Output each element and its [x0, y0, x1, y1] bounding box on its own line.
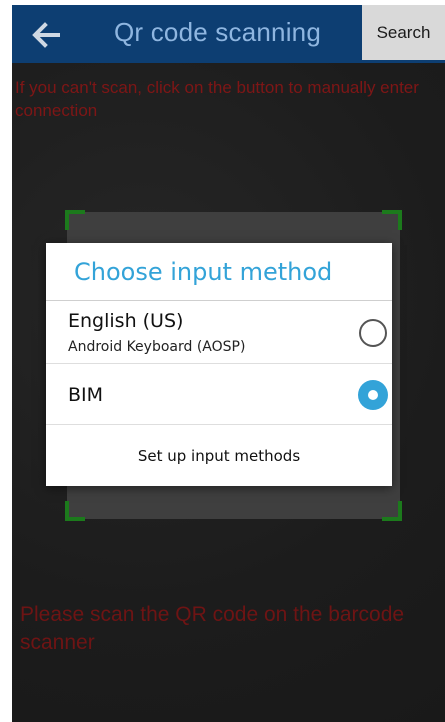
viewfinder-corner [65, 501, 85, 521]
option-sublabel: Android Keyboard (AOSP) [68, 339, 246, 355]
page-title: Qr code scanning [114, 17, 321, 47]
app-bar: Qr code scanning Search [12, 5, 445, 63]
scan-instruction: Please scan the QR code on the barcode s… [20, 603, 405, 654]
option-label: BIM [68, 384, 104, 406]
radio-selected-icon[interactable] [358, 380, 388, 410]
viewfinder-corner [382, 210, 402, 230]
viewfinder-corner [65, 210, 85, 230]
arrow-left-icon [32, 22, 60, 48]
radio-unselected-icon[interactable] [359, 319, 387, 347]
back-button[interactable] [30, 19, 62, 51]
setup-input-methods-button[interactable]: Set up input methods [46, 426, 392, 486]
viewfinder-corner [382, 501, 402, 521]
search-button[interactable]: Search [362, 5, 445, 60]
input-method-dialog: Choose input method English (US) Android… [46, 243, 392, 486]
option-bim[interactable]: BIM [46, 364, 392, 425]
option-english-us[interactable]: English (US) Android Keyboard (AOSP) [46, 302, 392, 364]
option-label: English (US) [68, 310, 184, 332]
manual-entry-hint: If you can't scan, click on the button t… [15, 78, 419, 120]
dialog-title: Choose input method [46, 243, 392, 301]
